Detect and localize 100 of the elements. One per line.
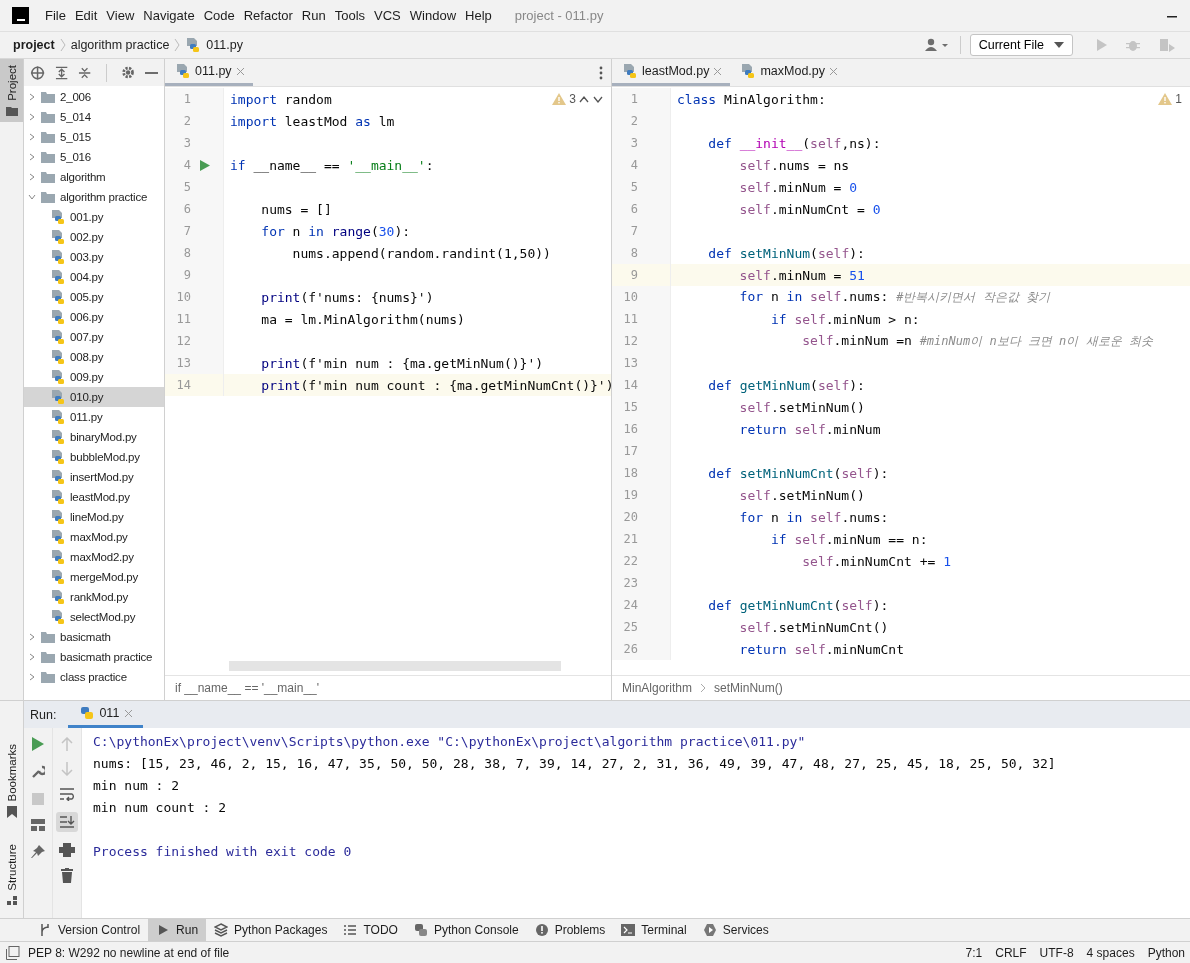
status-item[interactable]: UTF-8 — [1039, 945, 1074, 960]
wrench-icon[interactable] — [31, 765, 45, 779]
warning-icon[interactable] — [552, 93, 567, 105]
tree-item[interactable]: lineMod.py — [24, 507, 164, 527]
tree-item[interactable]: maxMod.py — [24, 527, 164, 547]
chevron-right-icon[interactable] — [28, 113, 36, 121]
tool-window-tab[interactable]: Version Control — [30, 919, 149, 941]
tree-item[interactable]: insertMod.py — [24, 467, 164, 487]
menu-item[interactable]: Edit — [74, 8, 98, 23]
tree-item[interactable]: 002.py — [24, 227, 164, 247]
pin-icon[interactable] — [31, 845, 45, 859]
rerun-icon[interactable] — [32, 737, 44, 751]
breadcrumb[interactable]: if __name__ == '__main__' — [175, 681, 320, 695]
menu-item[interactable]: Navigate — [143, 8, 195, 23]
editor-tab[interactable]: maxMod.py — [730, 59, 846, 86]
menu-item[interactable]: Window — [409, 8, 457, 23]
close-icon[interactable] — [713, 66, 723, 76]
menu-item[interactable]: Run — [301, 8, 326, 23]
panel-toggle-icon[interactable] — [6, 945, 20, 960]
trash-icon[interactable] — [61, 868, 73, 883]
run-icon[interactable] — [1094, 38, 1108, 52]
close-icon[interactable] — [124, 708, 134, 718]
tree-item[interactable]: maxMod2.py — [24, 547, 164, 567]
tree-item[interactable]: bubbleMod.py — [24, 447, 164, 467]
bookmarks-tool-tab[interactable]: Bookmarks — [0, 737, 23, 825]
tree-item[interactable]: 005.py — [24, 287, 164, 307]
chevron-right-icon[interactable] — [28, 173, 36, 181]
chevron-right-icon[interactable] — [28, 153, 36, 161]
chevron-right-icon[interactable] — [28, 633, 36, 641]
chevron-right-icon[interactable] — [28, 133, 36, 141]
collapse-all-icon[interactable] — [78, 65, 92, 80]
tool-window-tab[interactable]: TODO — [335, 919, 406, 941]
breadcrumb[interactable]: MinAlgorithm — [622, 681, 693, 695]
tool-window-tab[interactable]: Problems — [526, 919, 614, 941]
menu-item[interactable]: View — [106, 8, 135, 23]
breadcrumb[interactable]: 011.py — [206, 38, 243, 52]
status-item[interactable]: 4 spaces — [1086, 945, 1135, 960]
tree-item[interactable]: 003.py — [24, 247, 164, 267]
expand-all-icon[interactable] — [55, 65, 69, 80]
run-icon[interactable] — [200, 159, 210, 171]
menu-item[interactable]: VCS — [374, 8, 401, 23]
tool-window-tab[interactable]: Terminal — [613, 919, 695, 941]
chevron-down-icon[interactable] — [28, 193, 36, 201]
navigation-arrows-icon[interactable] — [579, 95, 603, 103]
close-icon[interactable] — [829, 66, 838, 76]
tree-item[interactable]: 004.py — [24, 267, 164, 287]
soft-wrap-icon[interactable] — [59, 787, 75, 801]
tree-item[interactable]: binaryMod.py — [24, 427, 164, 447]
tree-item[interactable]: 008.py — [24, 347, 164, 367]
tree-item[interactable]: basicmath practice — [24, 647, 164, 667]
menu-item[interactable]: File — [45, 8, 66, 23]
tree-item[interactable]: 5_015 — [24, 127, 164, 147]
tree-item[interactable]: algorithm — [24, 167, 164, 187]
arrow-down-icon[interactable] — [61, 762, 73, 776]
menu-item[interactable]: Tools — [334, 8, 366, 23]
tree-item[interactable]: basicmath — [24, 627, 164, 647]
status-item[interactable]: Python — [1147, 945, 1185, 960]
tool-window-tab[interactable]: Services — [694, 919, 777, 941]
structure-tool-tab[interactable]: Structure — [0, 838, 23, 912]
tree-item[interactable]: 011.py — [24, 407, 164, 427]
tree-item[interactable]: 001.py — [24, 207, 164, 227]
scrollbar-thumb[interactable] — [229, 661, 561, 671]
tree-item[interactable]: 010.py — [24, 387, 164, 407]
breadcrumb[interactable]: project — [13, 38, 55, 52]
tree-item[interactable]: 5_016 — [24, 147, 164, 167]
tree-item[interactable]: rankMod.py — [24, 587, 164, 607]
tree-item[interactable]: algorithm practice — [24, 187, 164, 207]
warning-count[interactable]: 3 — [569, 92, 576, 106]
tool-window-tab[interactable]: Python Console — [405, 919, 527, 941]
tree-item[interactable]: 006.py — [24, 307, 164, 327]
settings-icon[interactable] — [120, 65, 135, 80]
project-tool-tab[interactable]: Project — [0, 59, 23, 122]
warning-icon[interactable] — [1158, 93, 1173, 105]
close-icon[interactable] — [235, 66, 245, 76]
tool-window-tab[interactable]: Run — [148, 919, 207, 941]
tree-item[interactable]: class practice — [24, 667, 164, 687]
tree-item[interactable]: mergeMod.py — [24, 567, 164, 587]
breadcrumb[interactable]: algorithm practice — [70, 38, 170, 52]
tree-item[interactable]: 009.py — [24, 367, 164, 387]
chevron-right-icon[interactable] — [28, 653, 36, 661]
chevron-right-icon[interactable] — [28, 93, 36, 101]
tree-item[interactable]: 2_006 — [24, 87, 164, 107]
menu-item[interactable]: Code — [203, 8, 235, 23]
tree-item[interactable]: selectMod.py — [24, 607, 164, 627]
run-configuration-dropdown[interactable]: Current File — [969, 34, 1073, 56]
coverage-icon[interactable] — [1158, 37, 1176, 53]
more-icon[interactable] — [599, 65, 603, 80]
chevron-right-icon[interactable] — [28, 673, 36, 681]
menu-item[interactable]: Refactor — [243, 8, 293, 23]
locate-icon[interactable] — [30, 64, 46, 81]
tree-item[interactable]: 5_014 — [24, 107, 164, 127]
tree-item[interactable]: 007.py — [24, 327, 164, 347]
breadcrumb[interactable]: setMinNum() — [714, 681, 783, 695]
user-icon[interactable] — [924, 38, 951, 52]
tool-window-tab[interactable]: Python Packages — [206, 919, 336, 941]
scroll-to-end-toggle[interactable] — [56, 812, 78, 832]
tree-item[interactable]: leastMod.py — [24, 487, 164, 507]
warning-count[interactable]: 1 — [1175, 92, 1182, 106]
status-item[interactable]: CRLF — [995, 945, 1027, 960]
arrow-up-icon[interactable] — [61, 737, 73, 751]
